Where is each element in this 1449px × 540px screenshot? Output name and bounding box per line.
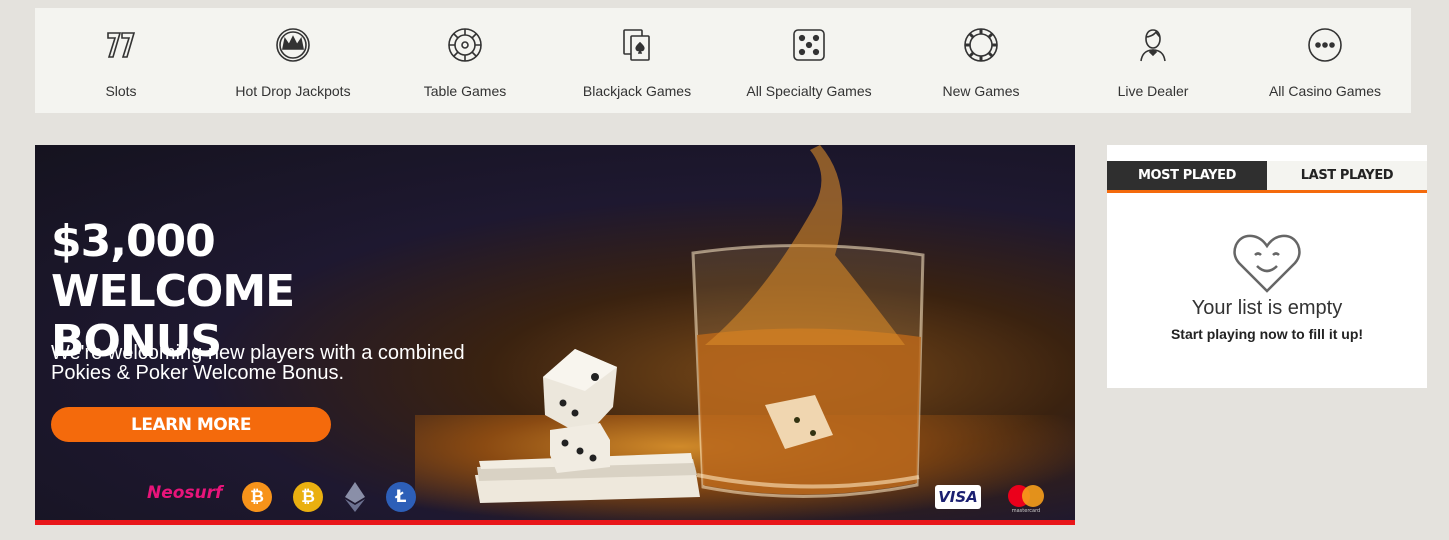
dealer-icon <box>1135 27 1171 63</box>
nav-label: Table Games <box>423 83 507 99</box>
nav-item-live-dealer[interactable]: Live Dealer <box>1067 8 1239 113</box>
nav-label: All Casino Games <box>1268 83 1382 99</box>
nav-item-blackjack-games[interactable]: Blackjack Games <box>551 8 723 113</box>
category-nav: Slots Hot Drop Jackpots Table Games Blac… <box>35 8 1411 113</box>
visa-logo: VISA <box>935 485 981 509</box>
more-icon <box>1307 27 1343 63</box>
neosurf-logo: Neosurf <box>147 483 223 503</box>
empty-list-title: Your list is empty <box>1191 297 1343 319</box>
nav-item-table-games[interactable]: Table Games <box>379 8 551 113</box>
tab-last-played[interactable]: LAST PLAYED <box>1267 161 1427 190</box>
dice-icon <box>791 27 827 63</box>
banner-bottom-bar <box>35 520 1075 525</box>
smiling-heart-icon <box>1233 234 1301 293</box>
ethereum-icon <box>340 482 370 512</box>
nav-label: New Games <box>942 83 1020 99</box>
nav-item-all-specialty-games[interactable]: All Specialty Games <box>723 8 895 113</box>
nav-item-new-games[interactable]: New Games <box>895 8 1067 113</box>
welcome-bonus-banner[interactable]: $3,000 WELCOME BONUS We're welcoming new… <box>35 145 1075 525</box>
nav-label: Live Dealer <box>1117 83 1189 99</box>
slots-7-icon <box>103 27 139 63</box>
whiskey-glass-image <box>691 145 925 499</box>
dice-image <box>543 349 617 473</box>
nav-label: Blackjack Games <box>582 83 692 99</box>
bitcoin-cash-icon: ₿ <box>293 482 323 512</box>
crown-icon <box>275 27 311 63</box>
whiskey-dice-illustration <box>475 145 925 503</box>
learn-more-button[interactable]: LEARN MORE <box>51 407 331 442</box>
nav-label: Slots <box>105 83 137 99</box>
played-tabs: MOST PLAYED LAST PLAYED <box>1107 161 1427 193</box>
roulette-icon <box>447 27 483 63</box>
mastercard-label: mastercard <box>1012 508 1040 513</box>
mastercard-logo: mastercard <box>1008 485 1044 513</box>
banner-description: We're welcoming new players with a combi… <box>51 342 465 384</box>
chip-icon <box>963 27 999 63</box>
nav-label: All Specialty Games <box>746 83 872 99</box>
nav-item-hot-drop-jackpots[interactable]: Hot Drop Jackpots <box>207 8 379 113</box>
banner-title-line1: $3,000 WELCOME <box>51 216 295 317</box>
cards-icon <box>619 27 655 63</box>
nav-label: Hot Drop Jackpots <box>235 83 351 99</box>
litecoin-icon: Ł <box>386 482 416 512</box>
empty-list-subtitle: Start playing now to fill it up! <box>1170 326 1364 342</box>
nav-item-all-casino-games[interactable]: All Casino Games <box>1239 8 1411 113</box>
played-games-panel: MOST PLAYED LAST PLAYED Your list is emp… <box>1107 145 1427 388</box>
nav-item-slots[interactable]: Slots <box>35 8 207 113</box>
tab-most-played[interactable]: MOST PLAYED <box>1107 161 1267 190</box>
bitcoin-icon: ₿ <box>242 482 272 512</box>
